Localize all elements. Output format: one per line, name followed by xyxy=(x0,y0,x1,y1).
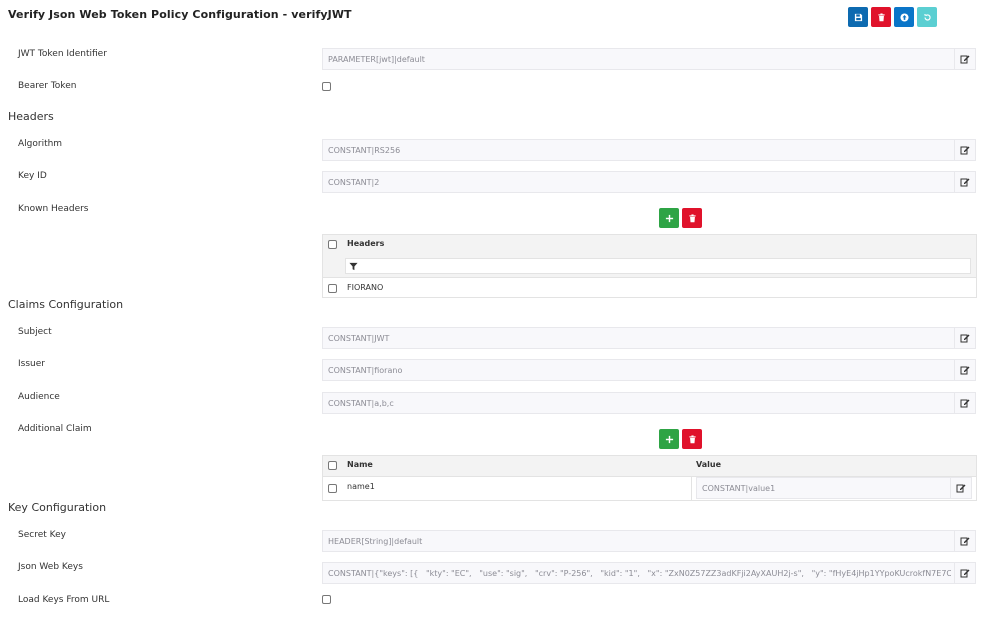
delete-header-button[interactable] xyxy=(682,208,702,228)
edit-icon xyxy=(960,55,970,64)
page-title: Verify Json Web Token Policy Configurati… xyxy=(8,8,352,21)
algorithm-field[interactable]: CONSTANT|RS256 xyxy=(322,139,976,161)
edit-icon xyxy=(960,569,970,578)
delete-button[interactable] xyxy=(871,7,891,27)
subject-value: CONSTANT|JWT xyxy=(328,334,390,343)
claim-name-cell: name1 xyxy=(347,482,375,491)
edit-button[interactable] xyxy=(954,49,975,69)
edit-icon xyxy=(960,146,970,155)
column-header-value: Value xyxy=(696,460,722,469)
key-id-label: Key ID xyxy=(18,171,47,181)
edit-button[interactable] xyxy=(950,478,971,498)
header-cell: FIORANO xyxy=(347,283,384,292)
issuer-value: CONSTANT|fiorano xyxy=(328,366,403,375)
known-headers-table: Headers FIORANO xyxy=(322,234,977,298)
edit-icon xyxy=(956,484,966,493)
claim-value: CONSTANT|value1 xyxy=(702,484,776,493)
secret-key-label: Secret Key xyxy=(18,530,66,540)
known-headers-label: Known Headers xyxy=(18,204,89,214)
add-claim-button[interactable] xyxy=(659,429,679,449)
table-header: Headers xyxy=(323,235,976,256)
edit-icon xyxy=(960,334,970,343)
edit-icon xyxy=(960,399,970,408)
plus-icon xyxy=(665,435,673,443)
jwt-identifier-field[interactable]: PARAMETER[jwt]|default xyxy=(322,48,976,70)
headers-section-title: Headers xyxy=(8,110,54,123)
secret-key-value: HEADER[String]|default xyxy=(328,537,423,546)
edit-button[interactable] xyxy=(954,172,975,192)
claims-section-title: Claims Configuration xyxy=(8,298,124,311)
table-row[interactable]: name1 CONSTANT|value1 xyxy=(323,476,976,501)
audience-field[interactable]: CONSTANT|a,b,c xyxy=(322,392,976,414)
json-web-keys-label: Json Web Keys xyxy=(18,562,83,572)
table-row[interactable]: FIORANO xyxy=(323,278,976,298)
row-checkbox[interactable] xyxy=(328,484,337,493)
jwt-identifier-label: JWT Token Identifier xyxy=(18,49,107,59)
bearer-token-label: Bearer Token xyxy=(18,81,77,91)
algorithm-label: Algorithm xyxy=(18,139,63,149)
load-keys-label: Load Keys From URL xyxy=(18,595,110,605)
filter-row xyxy=(323,255,976,278)
jwt-identifier-value: PARAMETER[jwt]|default xyxy=(328,55,425,64)
select-all-checkbox[interactable] xyxy=(328,240,337,249)
additional-claim-table: Name Value name1 CONSTANT|value1 xyxy=(322,455,977,501)
issuer-field[interactable]: CONSTANT|fiorano xyxy=(322,359,976,381)
json-web-keys-field[interactable]: CONSTANT|{"keys": [{ "kty": "EC", "use":… xyxy=(322,562,976,584)
edit-button[interactable] xyxy=(954,140,975,160)
additional-claim-label: Additional Claim xyxy=(18,424,92,434)
reset-button[interactable] xyxy=(917,7,937,27)
edit-button[interactable] xyxy=(954,393,975,413)
table-header: Name Value xyxy=(323,456,976,477)
algorithm-value: CONSTANT|RS256 xyxy=(328,146,401,155)
key-id-value: CONSTANT|2 xyxy=(328,178,380,187)
plus-icon xyxy=(665,214,673,222)
trash-icon xyxy=(688,213,696,222)
upload-button[interactable] xyxy=(894,7,914,27)
upload-icon xyxy=(899,12,909,22)
row-checkbox[interactable] xyxy=(328,284,337,293)
select-all-checkbox[interactable] xyxy=(328,461,337,470)
subject-field[interactable]: CONSTANT|JWT xyxy=(322,327,976,349)
edit-button[interactable] xyxy=(954,563,975,583)
issuer-label: Issuer xyxy=(18,359,45,369)
trash-icon xyxy=(877,12,885,21)
add-header-button[interactable] xyxy=(659,208,679,228)
edit-icon xyxy=(960,537,970,546)
subject-label: Subject xyxy=(18,327,52,337)
filter-input[interactable] xyxy=(345,258,971,274)
column-header-name: Name xyxy=(347,460,373,469)
edit-button[interactable] xyxy=(954,531,975,551)
column-header-headers: Headers xyxy=(347,239,385,248)
audience-value: CONSTANT|a,b,c xyxy=(328,399,394,408)
edit-button[interactable] xyxy=(954,328,975,348)
undo-icon xyxy=(923,13,931,21)
save-button[interactable] xyxy=(848,7,868,27)
key-config-section-title: Key Configuration xyxy=(8,501,107,514)
filter-icon xyxy=(349,262,358,271)
secret-key-field[interactable]: HEADER[String]|default xyxy=(322,530,976,552)
json-web-keys-value: CONSTANT|{"keys": [{ "kty": "EC", "use":… xyxy=(328,569,951,578)
load-keys-checkbox[interactable] xyxy=(322,595,331,604)
trash-icon xyxy=(688,434,696,443)
save-icon xyxy=(854,13,862,21)
claim-value-field[interactable]: CONSTANT|value1 xyxy=(696,477,972,499)
edit-icon xyxy=(960,178,970,187)
delete-claim-button[interactable] xyxy=(682,429,702,449)
edit-icon xyxy=(960,366,970,375)
audience-label: Audience xyxy=(18,392,60,402)
key-id-field[interactable]: CONSTANT|2 xyxy=(322,171,976,193)
bearer-token-checkbox[interactable] xyxy=(322,82,331,91)
edit-button[interactable] xyxy=(954,360,975,380)
